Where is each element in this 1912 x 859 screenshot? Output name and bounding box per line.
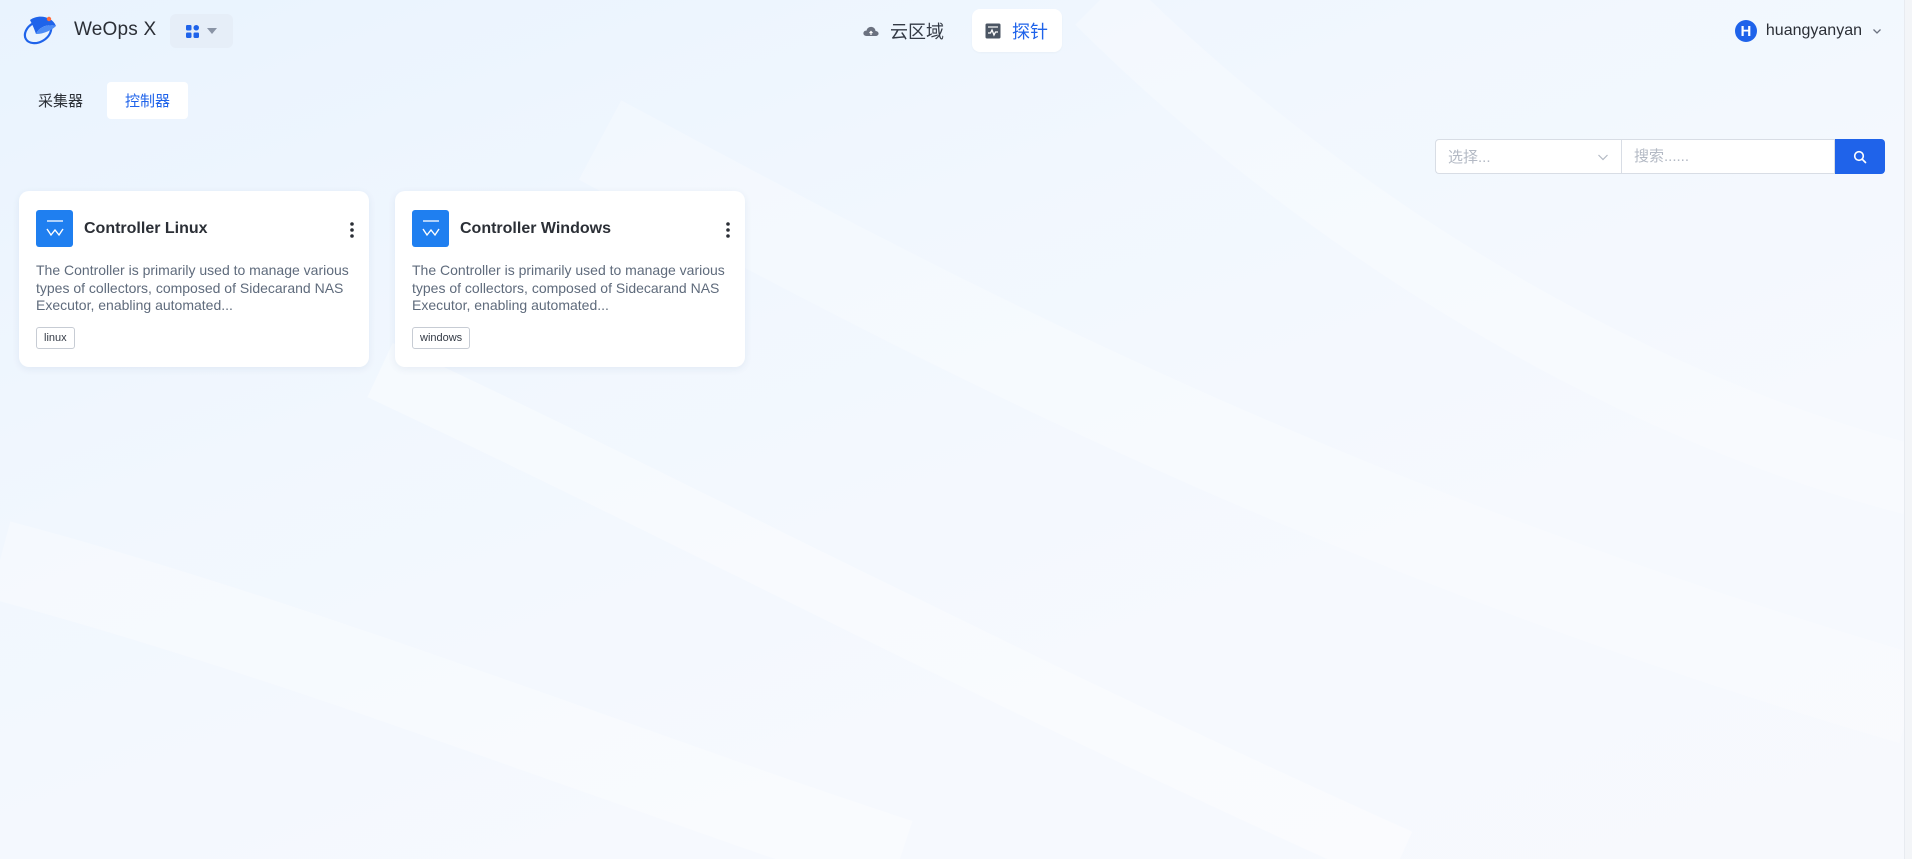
- search-button[interactable]: [1835, 139, 1885, 174]
- nav-item-label: 云区域: [890, 21, 944, 42]
- brand[interactable]: WeOps X: [22, 12, 156, 48]
- card-description: The Controller is primarily used to mana…: [412, 262, 725, 313]
- user-menu[interactable]: H huangyanyan: [1734, 20, 1882, 42]
- tab-controllers[interactable]: 控制器: [107, 82, 189, 119]
- os-tag: linux: [36, 327, 75, 349]
- controller-card[interactable]: Controller Linux The Controller is prima…: [19, 191, 369, 367]
- more-vertical-icon[interactable]: [725, 221, 731, 239]
- chevron-down-icon: [1598, 154, 1608, 160]
- apps-grid-icon: [186, 24, 199, 38]
- app-switcher-button[interactable]: [170, 14, 233, 48]
- card-description: The Controller is primarily used to mana…: [36, 262, 349, 313]
- tab-bar: 采集器 控制器: [20, 82, 189, 119]
- cloud-icon: [863, 26, 879, 36]
- card-title: Controller Linux: [84, 219, 208, 237]
- avatar: H: [1734, 20, 1757, 42]
- top-navigation: 云区域 探针: [848, 9, 1062, 52]
- top-header: WeOps X 云区域 探针 H huangyanyan: [0, 0, 1912, 62]
- nav-item-cloud-region[interactable]: 云区域: [848, 9, 958, 52]
- select-placeholder: 选择...: [1448, 149, 1491, 166]
- more-vertical-icon[interactable]: [349, 221, 355, 239]
- search-bar: 选择...: [1435, 139, 1885, 174]
- background-decoration: [0, 0, 1912, 859]
- controller-icon: [36, 210, 73, 247]
- os-tag: windows: [412, 327, 471, 349]
- nav-item-probe[interactable]: 探针: [972, 9, 1062, 52]
- filter-select[interactable]: 选择...: [1435, 139, 1621, 174]
- nav-item-label: 探针: [1012, 21, 1048, 42]
- tab-collectors[interactable]: 采集器: [20, 82, 101, 119]
- probe-icon: [985, 23, 1001, 38]
- caret-down-icon: [207, 28, 217, 34]
- weops-logo-icon: [23, 16, 56, 45]
- scrollbar[interactable]: [1904, 0, 1912, 859]
- controller-card[interactable]: Controller Windows The Controller is pri…: [395, 191, 745, 367]
- card-title: Controller Windows: [460, 219, 611, 237]
- search-icon: [1853, 150, 1867, 163]
- controller-card-list: Controller Linux The Controller is prima…: [19, 191, 745, 367]
- app-name: WeOps X: [74, 19, 157, 40]
- chevron-down-icon: [1873, 29, 1881, 34]
- controller-icon: [412, 210, 449, 247]
- search-input[interactable]: [1621, 139, 1835, 174]
- username: huangyanyan: [1765, 22, 1862, 39]
